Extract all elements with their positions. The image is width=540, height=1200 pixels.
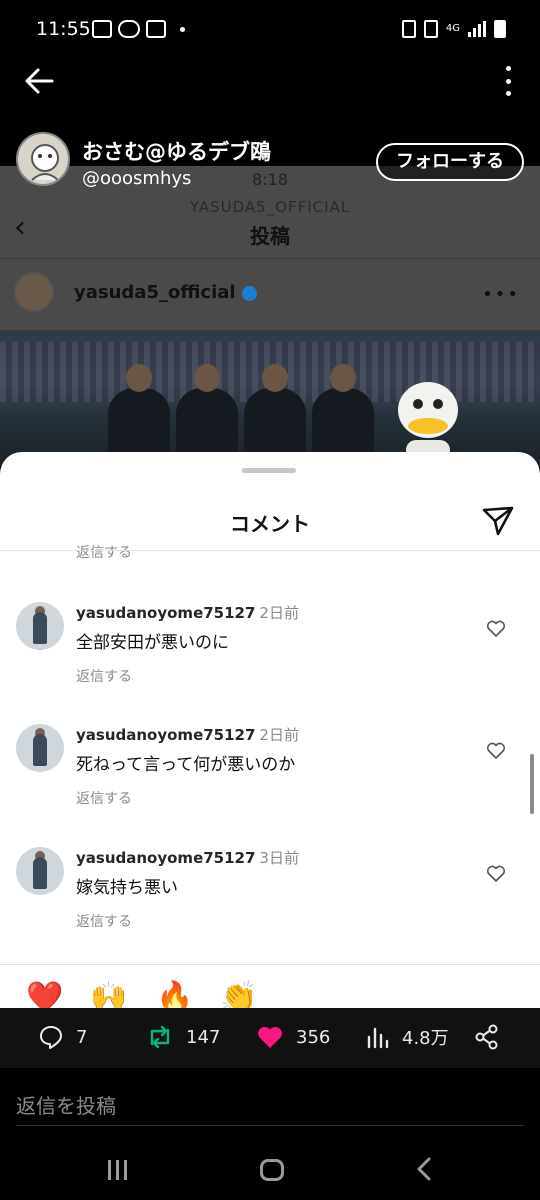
embedded-username-text: yasuda5_official bbox=[74, 282, 236, 303]
verified-icon bbox=[241, 285, 257, 301]
views-button[interactable]: 4.8万 bbox=[366, 1024, 449, 1050]
commenter-username[interactable]: yasudanoyome75127 bbox=[76, 604, 255, 622]
more-notifications-dot bbox=[180, 26, 185, 32]
comment-text: 全部安田が悪いのに bbox=[76, 633, 229, 653]
comment-header: yasudanoyome75127 3日前 bbox=[76, 847, 299, 868]
comments-sheet: コメント 返信する yasudanoyome75127 2日前 全部安田が悪いのに… bbox=[0, 452, 540, 1008]
system-icons: 4G bbox=[401, 20, 506, 38]
comment-item: yasudanoyome75127 2日前 死ねって言って何が悪いのか 返信する bbox=[0, 724, 540, 834]
comment-item: yasudanoyome75127 2日前 全部安田が悪いのに 返信する bbox=[0, 602, 540, 712]
like-count: 356 bbox=[296, 1026, 331, 1048]
like-heart-icon[interactable] bbox=[486, 742, 506, 760]
comment-header: yasudanoyome75127 2日前 bbox=[76, 602, 299, 623]
filled-heart-icon bbox=[258, 1026, 282, 1048]
avatar[interactable] bbox=[16, 132, 70, 186]
commenter-username[interactable]: yasudanoyome75127 bbox=[76, 726, 255, 744]
comment-time: 2日前 bbox=[259, 604, 299, 622]
embedded-divider bbox=[0, 258, 540, 259]
system-back-icon[interactable] bbox=[412, 1156, 438, 1182]
comment-text: 死ねって言って何が悪いのか bbox=[76, 755, 296, 775]
views-chart-icon bbox=[367, 1027, 389, 1049]
status-time: 11:55 bbox=[36, 18, 91, 40]
reply-composer: 返信を投稿 bbox=[0, 1068, 540, 1128]
like-heart-icon[interactable] bbox=[486, 620, 506, 638]
home-icon[interactable] bbox=[260, 1159, 284, 1181]
system-nav-bar bbox=[0, 1128, 540, 1200]
post-image[interactable]: 8:18 YASUDA5_OFFICIAL ‹ 投稿 yasuda5_offic… bbox=[0, 166, 540, 466]
commenter-username[interactable]: yasudanoyome75127 bbox=[76, 849, 255, 867]
comment-header: yasudanoyome75127 2日前 bbox=[76, 724, 299, 745]
partial-reply-link[interactable]: 返信する bbox=[76, 542, 132, 562]
reply-input[interactable]: 返信を投稿 bbox=[16, 1090, 116, 1119]
gallery-icon bbox=[92, 20, 112, 38]
signal-icon bbox=[468, 21, 486, 37]
mute-icon bbox=[423, 20, 438, 38]
drag-handle[interactable] bbox=[242, 468, 296, 473]
engagement-bar: 7 147 356 4.8万 bbox=[0, 1008, 540, 1068]
share-icon[interactable] bbox=[474, 1024, 500, 1050]
view-count: 4.8万 bbox=[402, 1028, 449, 1049]
battery-icon bbox=[494, 20, 506, 38]
status-bar: 11:55 4G bbox=[0, 0, 540, 60]
paypay-icon bbox=[146, 20, 166, 38]
embedded-instagram-header: 8:18 YASUDA5_OFFICIAL ‹ 投稿 yasuda5_offic… bbox=[0, 166, 540, 330]
commenter-avatar[interactable] bbox=[16, 847, 64, 895]
comment-time: 2日前 bbox=[259, 726, 299, 744]
repost-button[interactable]: 147 bbox=[146, 1024, 220, 1050]
comment-text: 嫁気持ち悪い bbox=[76, 878, 178, 898]
share-send-icon[interactable] bbox=[480, 502, 516, 538]
recent-apps-icon[interactable] bbox=[108, 1160, 127, 1180]
reply-count-button[interactable]: 7 bbox=[38, 1024, 87, 1050]
display-name[interactable]: おさむ@ゆるデブ鴎 bbox=[82, 136, 271, 166]
reply-link[interactable]: 返信する bbox=[76, 788, 132, 808]
sheet-divider bbox=[0, 550, 540, 551]
back-arrow-icon[interactable] bbox=[22, 64, 56, 98]
user-handle[interactable]: @ooosmhys bbox=[82, 168, 191, 189]
follow-button[interactable]: フォローする bbox=[376, 143, 524, 181]
embedded-avatar bbox=[14, 272, 54, 312]
recycle-icon bbox=[401, 20, 416, 38]
reply-link[interactable]: 返信する bbox=[76, 666, 132, 686]
comment-time: 3日前 bbox=[259, 849, 299, 867]
scrollbar[interactable] bbox=[530, 754, 534, 814]
repost-count: 147 bbox=[186, 1026, 221, 1048]
notification-icons bbox=[92, 20, 185, 38]
reply-link[interactable]: 返信する bbox=[76, 911, 132, 931]
like-heart-icon[interactable] bbox=[486, 865, 506, 883]
embedded-time: 8:18 bbox=[252, 170, 288, 189]
reply-bubble-icon bbox=[40, 1026, 62, 1049]
more-options-icon[interactable] bbox=[498, 66, 518, 96]
reply-count: 7 bbox=[76, 1026, 88, 1048]
embedded-more-icon: ••• bbox=[482, 284, 520, 305]
commenter-avatar[interactable] bbox=[16, 724, 64, 772]
comment-item: yasudanoyome75127 3日前 嫁気持ち悪い 返信する bbox=[0, 847, 540, 957]
sheet-title: コメント bbox=[230, 512, 310, 536]
commenter-avatar[interactable] bbox=[16, 602, 64, 650]
network-type: 4G bbox=[445, 23, 460, 34]
emoji-divider bbox=[0, 964, 540, 965]
embedded-username: yasuda5_official bbox=[74, 282, 257, 303]
reply-underline bbox=[16, 1125, 524, 1126]
line-icon bbox=[118, 20, 140, 38]
embedded-top-handle: YASUDA5_OFFICIAL bbox=[189, 198, 351, 216]
like-button[interactable]: 356 bbox=[256, 1024, 330, 1050]
repost-icon bbox=[150, 1025, 170, 1049]
embedded-title: 投稿 bbox=[250, 224, 290, 248]
